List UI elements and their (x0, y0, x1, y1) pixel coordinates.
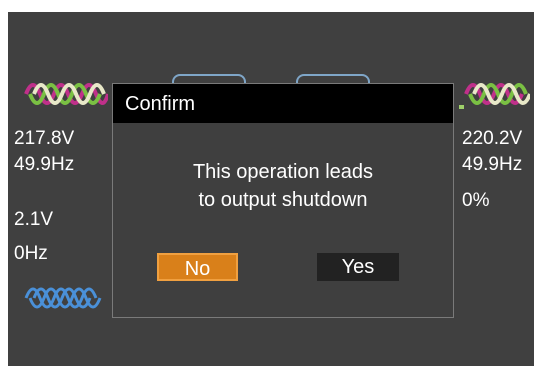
dialog-message: This operation leads to output shutdown (113, 158, 453, 214)
dialog-message-line-1: This operation leads (192, 161, 374, 183)
dialog-title: Confirm (125, 93, 196, 115)
bypass-wave-icon (24, 287, 102, 309)
confirm-dialog: Confirm This operation leads to output s… (112, 83, 454, 318)
output-frequency: 49.9Hz (462, 154, 523, 175)
ups-display-screen: 217.8V 49.9Hz 2.1V 0Hz 220.2V 49.9Hz 0% … (8, 12, 534, 366)
output-voltage: 220.2V (462, 128, 523, 149)
dialog-header: Confirm (113, 84, 453, 123)
yes-button[interactable]: Yes (317, 253, 399, 281)
output-wave-icon (464, 83, 530, 105)
no-button[interactable]: No (157, 253, 238, 281)
input-wave-icon (24, 83, 108, 105)
input-frequency: 49.9Hz (14, 154, 75, 175)
bypass-frequency: 0Hz (14, 243, 48, 264)
input-voltage: 217.8V (14, 128, 75, 149)
output-load: 0% (462, 190, 490, 211)
dialog-message-line-2: to output shutdown (198, 189, 368, 211)
output-line-segment (459, 105, 464, 109)
bypass-voltage: 2.1V (14, 209, 54, 230)
